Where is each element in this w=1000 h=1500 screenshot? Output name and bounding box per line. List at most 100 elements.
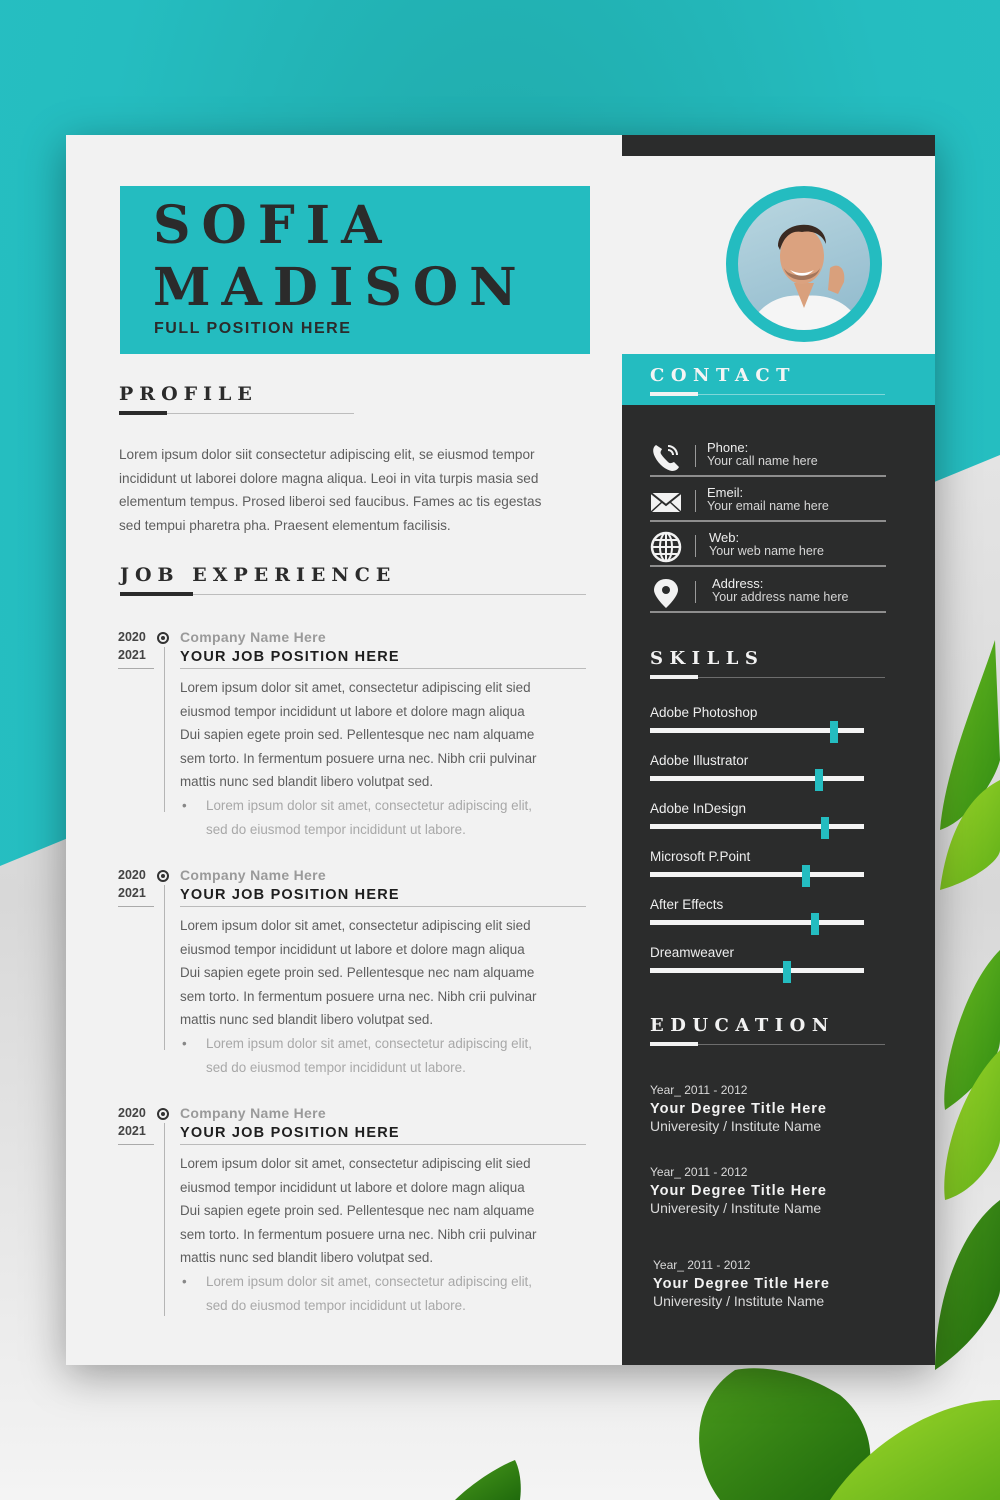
email-icon (650, 492, 682, 513)
skill-name: Adobe Photoshop (650, 705, 758, 720)
contact-rule (650, 565, 886, 567)
skill-slider-track[interactable] (650, 968, 864, 973)
skill-slider-handle[interactable] (802, 865, 811, 887)
timeline-line (164, 1123, 165, 1316)
skill-name: Adobe Illustrator (650, 753, 749, 768)
education-year: Year_ 2011 - 2012 (650, 1083, 748, 1097)
contact-label: Emeil: (707, 485, 744, 500)
education-entry: Year_ 2011 - 2012 Your Degree Title Here… (650, 1165, 910, 1216)
education-institute: Univeresity / Institute Name (650, 1118, 822, 1134)
education-heading: EDUCATION (650, 1015, 835, 1036)
skill-slider-handle[interactable] (782, 961, 791, 983)
contact-separator (695, 490, 696, 512)
education-year: Year_ 2011 - 2012 (650, 1165, 748, 1179)
education-entry: Year_ 2011 - 2012 Your Degree Title Here… (653, 1258, 913, 1309)
job-rule (180, 668, 586, 669)
job-rule (180, 1144, 586, 1145)
education-degree: Your Degree Title Here (653, 1276, 830, 1292)
bullet-icon: • (182, 1274, 187, 1289)
contact-value[interactable]: Your address name here (712, 590, 848, 604)
job-description: Lorem ipsum dolor sit amet, consectetur … (180, 680, 537, 789)
job-bullet: • Lorem ipsum dolor sit amet, consectetu… (180, 1270, 590, 1317)
contact-web: Web: Your web name here (650, 527, 886, 573)
phone-icon (653, 445, 679, 471)
skill-slider-handle[interactable] (830, 721, 839, 743)
year-rule (118, 906, 154, 907)
person-photo-icon (748, 224, 863, 330)
experience-heading: JOB EXPERIENCE (120, 564, 397, 586)
leaf (455, 1460, 521, 1500)
skill-name: Dreamweaver (650, 945, 735, 960)
skill-slider-handle[interactable] (815, 769, 824, 791)
skill-slider-track[interactable] (650, 920, 864, 925)
contact-rule (650, 520, 886, 522)
job-description: Lorem ipsum dolor sit amet, consectetur … (180, 1156, 537, 1265)
job-start-year: 2020 (118, 1106, 146, 1120)
job-start-year: 2020 (118, 630, 146, 644)
skill-slider-handle[interactable] (821, 817, 830, 839)
education-institute: Univeresity / Institute Name (650, 1200, 822, 1216)
contact-label: Address: (712, 576, 764, 591)
contact-label: Phone: (707, 440, 749, 455)
skill-slider-track[interactable] (650, 776, 864, 781)
skill-slider-track[interactable] (650, 824, 864, 829)
contact-address: Address: Your address name here (650, 573, 886, 619)
skills-rule-accent (650, 675, 698, 679)
position-title: FULL POSITION HERE (154, 320, 352, 337)
contact-rule-accent (650, 392, 698, 396)
company-name: Company Name Here (180, 1105, 326, 1121)
skill-item: After Effects (650, 897, 865, 937)
job-rule (180, 906, 586, 907)
leaf (935, 1200, 1000, 1370)
skill-item: Microsoft P.Point (650, 849, 865, 889)
education-degree: Your Degree Title Here (650, 1101, 827, 1117)
skill-name: Microsoft P.Point (650, 849, 751, 864)
skills-heading: SKILLS (650, 648, 765, 669)
contact-separator (695, 581, 696, 603)
education-rule-accent (650, 1042, 698, 1046)
company-name: Company Name Here (180, 867, 326, 883)
skill-slider-handle[interactable] (810, 913, 819, 935)
education-institute: Univeresity / Institute Name (653, 1293, 825, 1309)
contact-value[interactable]: Your email name here (707, 499, 829, 513)
education-degree: Your Degree Title Here (650, 1183, 827, 1199)
contact-phone: Phone: Your call name here (650, 437, 886, 483)
resume-page: SOFIA MADISON FULL POSITION HERE PROFILE… (66, 135, 935, 1365)
skill-name: After Effects (650, 897, 724, 912)
bullet-icon: • (182, 798, 187, 813)
profile-photo-frame (726, 186, 882, 342)
timeline-line (164, 647, 165, 812)
job-position: YOUR JOB POSITION HERE (180, 649, 400, 665)
profile-photo (738, 198, 870, 330)
profile-text: Lorem ipsum dolor siit consectetur adipi… (119, 447, 542, 533)
contact-separator (695, 535, 696, 557)
job-end-year: 2021 (118, 648, 146, 662)
sidebar: CONTACT Phone: Your call name here Emeil… (622, 135, 935, 1365)
skill-item: Dreamweaver (650, 945, 865, 985)
job-end-year: 2021 (118, 1124, 146, 1138)
job-bullet: • Lorem ipsum dolor sit amet, consectetu… (180, 794, 590, 841)
job-position: YOUR JOB POSITION HERE (180, 1125, 400, 1141)
contact-value[interactable]: Your call name here (707, 454, 818, 468)
location-pin-icon (654, 579, 678, 608)
company-name: Company Name Here (180, 629, 326, 645)
skill-slider-track[interactable] (650, 872, 864, 877)
profile-heading: PROFILE (119, 383, 258, 405)
timeline-dot-icon (157, 632, 169, 644)
skill-name: Adobe InDesign (650, 801, 747, 816)
profile-rule-accent (119, 411, 167, 415)
contact-separator (695, 445, 696, 467)
contact-value[interactable]: Your web name here (709, 544, 824, 558)
contact-rule (650, 475, 886, 477)
last-name: MADISON (153, 257, 528, 318)
sidebar-top-bar (622, 135, 935, 156)
timeline-dot-icon (157, 870, 169, 882)
skill-item: Adobe Illustrator (650, 753, 865, 793)
first-name: SOFIA (153, 195, 393, 256)
contact-email: Emeil: Your email name here (650, 482, 886, 528)
job-description: Lorem ipsum dolor sit amet, consectetur … (180, 918, 537, 1027)
contact-header-band: CONTACT (622, 354, 935, 405)
contact-heading: CONTACT (650, 365, 797, 386)
year-rule (118, 668, 154, 669)
education-year: Year_ 2011 - 2012 (653, 1258, 751, 1272)
